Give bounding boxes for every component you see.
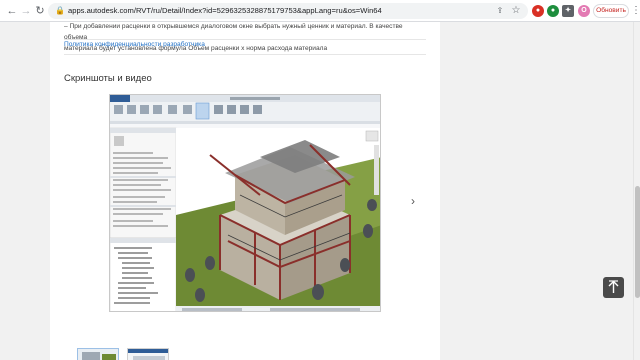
avatar[interactable]: О <box>578 5 590 17</box>
url-text[interactable]: apps.autodesk.com/RVT/ru/Detail/Index?id… <box>68 3 382 19</box>
next-screenshot-arrow-icon[interactable]: › <box>408 194 418 208</box>
arrow-up-icon <box>608 280 619 293</box>
menu-icon[interactable]: ⋮ <box>631 4 640 18</box>
content-panel: – При добавлении расценки в открывшемся … <box>50 22 440 360</box>
update-button[interactable]: Обновить <box>593 4 629 18</box>
lock-icon[interactable]: 🔒 <box>55 6 65 16</box>
extension-icon[interactable]: ● <box>532 5 544 17</box>
scrollbar[interactable] <box>633 22 640 360</box>
page-background: – При добавлении расценки в открывшемся … <box>0 22 633 360</box>
divider <box>64 39 426 40</box>
screenshot-thumbnail[interactable] <box>77 348 119 360</box>
browser-toolbar: ← → ↻ 🔒 apps.autodesk.com/RVT/ru/Detail/… <box>0 0 640 22</box>
reload-icon[interactable]: ↻ <box>32 3 48 19</box>
revit-screenshot <box>110 95 380 311</box>
thumbnail-image <box>78 349 118 360</box>
back-to-top-button[interactable] <box>603 277 624 298</box>
screenshot-thumbnail[interactable] <box>127 348 169 360</box>
section-title: Скриншоты и видео <box>64 73 152 84</box>
description-text: – При добавлении расценки в открывшемся … <box>64 22 426 54</box>
divider <box>64 54 426 55</box>
puzzle-icon[interactable]: ✦ <box>562 5 574 17</box>
privacy-policy-link[interactable]: Политика конфиденциальности разработчика <box>64 41 205 48</box>
star-icon[interactable]: ☆ <box>510 5 522 17</box>
extension-icon[interactable]: ● <box>547 5 559 17</box>
address-bar[interactable]: 🔒 apps.autodesk.com/RVT/ru/Detail/Index?… <box>48 3 528 19</box>
screenshot-image[interactable] <box>109 94 381 312</box>
scrollbar-thumb[interactable] <box>635 186 640 298</box>
share-icon[interactable]: ⇪ <box>494 5 506 17</box>
thumbnail-image <box>128 349 168 360</box>
